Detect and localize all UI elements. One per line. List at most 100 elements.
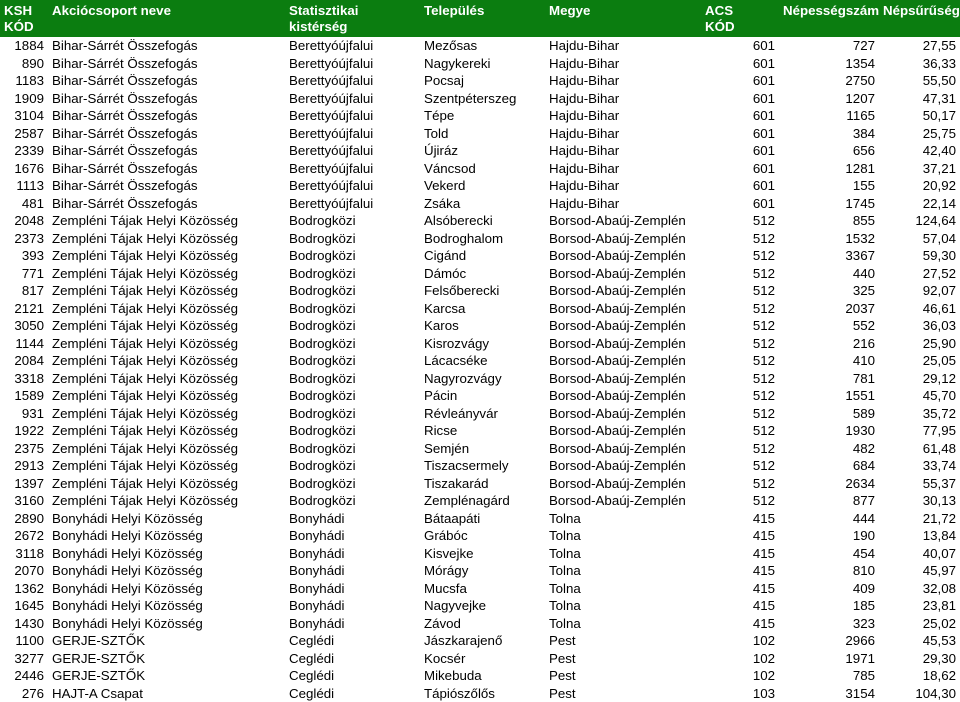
cell-telepules[interactable]: Závod xyxy=(420,614,545,633)
column-header-ksh-kod[interactable]: KSH KÓD xyxy=(0,0,48,38)
table-row[interactable]: 1676 Bihar-Sárrét Összefogás Berettyóújfal… xyxy=(0,159,960,178)
column-header-nepsuruseg[interactable]: Népsűrűség xyxy=(879,0,960,38)
cell-megye[interactable]: Hajdu-Bihar xyxy=(545,177,701,195)
cell-akciocsoport-neve[interactable]: Zempléni Tájak Helyi Közösség xyxy=(48,492,285,510)
cell-statisztikai-kisterseg[interactable]: Berettyóújfalui xyxy=(285,89,420,108)
cell-ksh-kod[interactable]: 481 xyxy=(0,194,48,213)
cell-megye[interactable]: Pest xyxy=(545,667,701,685)
cell-nepessegszam[interactable]: 810 xyxy=(779,562,879,580)
cell-akciocsoport-neve[interactable]: Bihar-Sárrét Összefogás xyxy=(48,142,285,160)
cell-statisztikai-kisterseg[interactable]: Berettyóújfalui xyxy=(285,142,420,160)
cell-megye[interactable]: Tolna xyxy=(545,509,701,528)
cell-megye[interactable]: Hajdu-Bihar xyxy=(545,159,701,178)
cell-nepessegszam[interactable]: 877 xyxy=(779,492,879,510)
cell-telepules[interactable]: Told xyxy=(420,124,545,143)
cell-akciocsoport-neve[interactable]: Zempléni Tájak Helyi Közösség xyxy=(48,474,285,493)
column-header-megye[interactable]: Megye xyxy=(545,0,701,38)
column-header-acs-kod[interactable]: ACS KÓD xyxy=(701,0,779,38)
cell-nepsuruseg[interactable]: 92,07 xyxy=(879,282,960,300)
cell-ksh-kod[interactable]: 2339 xyxy=(0,142,48,160)
cell-akciocsoport-neve[interactable]: Zempléni Tájak Helyi Közösség xyxy=(48,247,285,265)
cell-telepules[interactable]: Tiszacsermely xyxy=(420,457,545,475)
cell-ksh-kod[interactable]: 1884 xyxy=(0,37,48,55)
cell-acs-kod[interactable]: 601 xyxy=(701,72,779,90)
cell-telepules[interactable]: Kocsér xyxy=(420,649,545,668)
cell-nepsuruseg[interactable]: 25,02 xyxy=(879,614,960,633)
cell-akciocsoport-neve[interactable]: Zempléni Tájak Helyi Közösség xyxy=(48,457,285,475)
cell-telepules[interactable]: Kisrozvágy xyxy=(420,334,545,353)
cell-ksh-kod[interactable]: 1922 xyxy=(0,422,48,440)
cell-statisztikai-kisterseg[interactable]: Bodrogközi xyxy=(285,404,420,423)
cell-nepsuruseg[interactable]: 47,31 xyxy=(879,89,960,108)
cell-acs-kod[interactable]: 415 xyxy=(701,527,779,545)
cell-akciocsoport-neve[interactable]: Zempléni Tájak Helyi Közösség xyxy=(48,352,285,370)
cell-nepessegszam[interactable]: 1745 xyxy=(779,194,879,213)
cell-acs-kod[interactable]: 102 xyxy=(701,649,779,668)
cell-acs-kod[interactable]: 103 xyxy=(701,684,779,702)
cell-ksh-kod[interactable]: 2373 xyxy=(0,229,48,248)
cell-nepessegszam[interactable]: 684 xyxy=(779,457,879,475)
cell-akciocsoport-neve[interactable]: Bihar-Sárrét Összefogás xyxy=(48,37,285,55)
column-header-akciocsoport-neve[interactable]: Akciócsoport neve xyxy=(48,0,285,38)
cell-ksh-kod[interactable]: 3118 xyxy=(0,544,48,563)
cell-ksh-kod[interactable]: 931 xyxy=(0,404,48,423)
cell-acs-kod[interactable]: 601 xyxy=(701,194,779,213)
cell-telepules[interactable]: Tiszakarád xyxy=(420,474,545,493)
cell-akciocsoport-neve[interactable]: Bihar-Sárrét Összefogás xyxy=(48,72,285,90)
cell-telepules[interactable]: Vekerd xyxy=(420,177,545,195)
cell-nepsuruseg[interactable]: 13,84 xyxy=(879,527,960,545)
cell-statisztikai-kisterseg[interactable]: Berettyóújfalui xyxy=(285,124,420,143)
cell-nepsuruseg[interactable]: 25,75 xyxy=(879,124,960,143)
cell-nepessegszam[interactable]: 2750 xyxy=(779,72,879,90)
column-header-nepessegszam[interactable]: Népességszám xyxy=(779,0,879,38)
cell-nepessegszam[interactable]: 656 xyxy=(779,142,879,160)
cell-nepsuruseg[interactable]: 27,52 xyxy=(879,264,960,283)
cell-megye[interactable]: Borsod-Abaúj-Zemplén xyxy=(545,352,701,370)
table-row[interactable]: 2048 Zempléni Tájak Helyi Közösség Bodrogk… xyxy=(0,212,960,230)
cell-nepessegszam[interactable]: 190 xyxy=(779,527,879,545)
cell-telepules[interactable]: Mórágy xyxy=(420,562,545,580)
cell-ksh-kod[interactable]: 2587 xyxy=(0,124,48,143)
table-row[interactable]: 890 Bihar-Sárrét Összefogás Berettyóújfalu… xyxy=(0,54,960,73)
cell-akciocsoport-neve[interactable]: Zempléni Tájak Helyi Közösség xyxy=(48,334,285,353)
cell-megye[interactable]: Borsod-Abaúj-Zemplén xyxy=(545,229,701,248)
cell-megye[interactable]: Hajdu-Bihar xyxy=(545,124,701,143)
cell-megye[interactable]: Borsod-Abaúj-Zemplén xyxy=(545,439,701,458)
cell-akciocsoport-neve[interactable]: Bonyhádi Helyi Közösség xyxy=(48,614,285,633)
cell-nepessegszam[interactable]: 1971 xyxy=(779,649,879,668)
table-row[interactable]: 2373 Zempléni Tájak Helyi Közösség Bodrogk… xyxy=(0,229,960,248)
cell-akciocsoport-neve[interactable]: Bonyhádi Helyi Közösség xyxy=(48,527,285,545)
cell-akciocsoport-neve[interactable]: Zempléni Tájak Helyi Közösség xyxy=(48,299,285,318)
cell-nepessegszam[interactable]: 482 xyxy=(779,439,879,458)
cell-telepules[interactable]: Pácin xyxy=(420,387,545,405)
cell-nepsuruseg[interactable]: 57,04 xyxy=(879,229,960,248)
cell-telepules[interactable]: Semjén xyxy=(420,439,545,458)
cell-statisztikai-kisterseg[interactable]: Bodrogközi xyxy=(285,317,420,335)
cell-nepessegszam[interactable]: 1532 xyxy=(779,229,879,248)
cell-akciocsoport-neve[interactable]: Bihar-Sárrét Összefogás xyxy=(48,89,285,108)
cell-akciocsoport-neve[interactable]: Bihar-Sárrét Összefogás xyxy=(48,194,285,213)
cell-telepules[interactable]: Szentpéterszeg xyxy=(420,89,545,108)
cell-nepsuruseg[interactable]: 36,03 xyxy=(879,317,960,335)
cell-acs-kod[interactable]: 601 xyxy=(701,142,779,160)
cell-akciocsoport-neve[interactable]: Bonyhádi Helyi Közösség xyxy=(48,544,285,563)
cell-nepessegszam[interactable]: 589 xyxy=(779,404,879,423)
cell-telepules[interactable]: Grábóc xyxy=(420,527,545,545)
cell-statisztikai-kisterseg[interactable]: Bonyhádi xyxy=(285,597,420,615)
cell-telepules[interactable]: Váncsod xyxy=(420,159,545,178)
cell-acs-kod[interactable]: 512 xyxy=(701,492,779,510)
cell-nepsuruseg[interactable]: 42,40 xyxy=(879,142,960,160)
cell-akciocsoport-neve[interactable]: Zempléni Tájak Helyi Közösség xyxy=(48,404,285,423)
cell-nepsuruseg[interactable]: 50,17 xyxy=(879,107,960,125)
cell-nepsuruseg[interactable]: 25,90 xyxy=(879,334,960,353)
cell-nepessegszam[interactable]: 1165 xyxy=(779,107,879,125)
cell-nepessegszam[interactable]: 444 xyxy=(779,509,879,528)
table-row[interactable]: 1397 Zempléni Tájak Helyi Közösség Bodrogk… xyxy=(0,474,960,493)
cell-telepules[interactable]: Felsőberecki xyxy=(420,282,545,300)
cell-statisztikai-kisterseg[interactable]: Bodrogközi xyxy=(285,282,420,300)
cell-telepules[interactable]: Tépe xyxy=(420,107,545,125)
table-row[interactable]: 2121 Zempléni Tájak Helyi Közösség Bodrogk… xyxy=(0,299,960,318)
cell-statisztikai-kisterseg[interactable]: Berettyóújfalui xyxy=(285,72,420,90)
cell-akciocsoport-neve[interactable]: HAJT-A Csapat xyxy=(48,684,285,702)
cell-megye[interactable]: Borsod-Abaúj-Zemplén xyxy=(545,457,701,475)
